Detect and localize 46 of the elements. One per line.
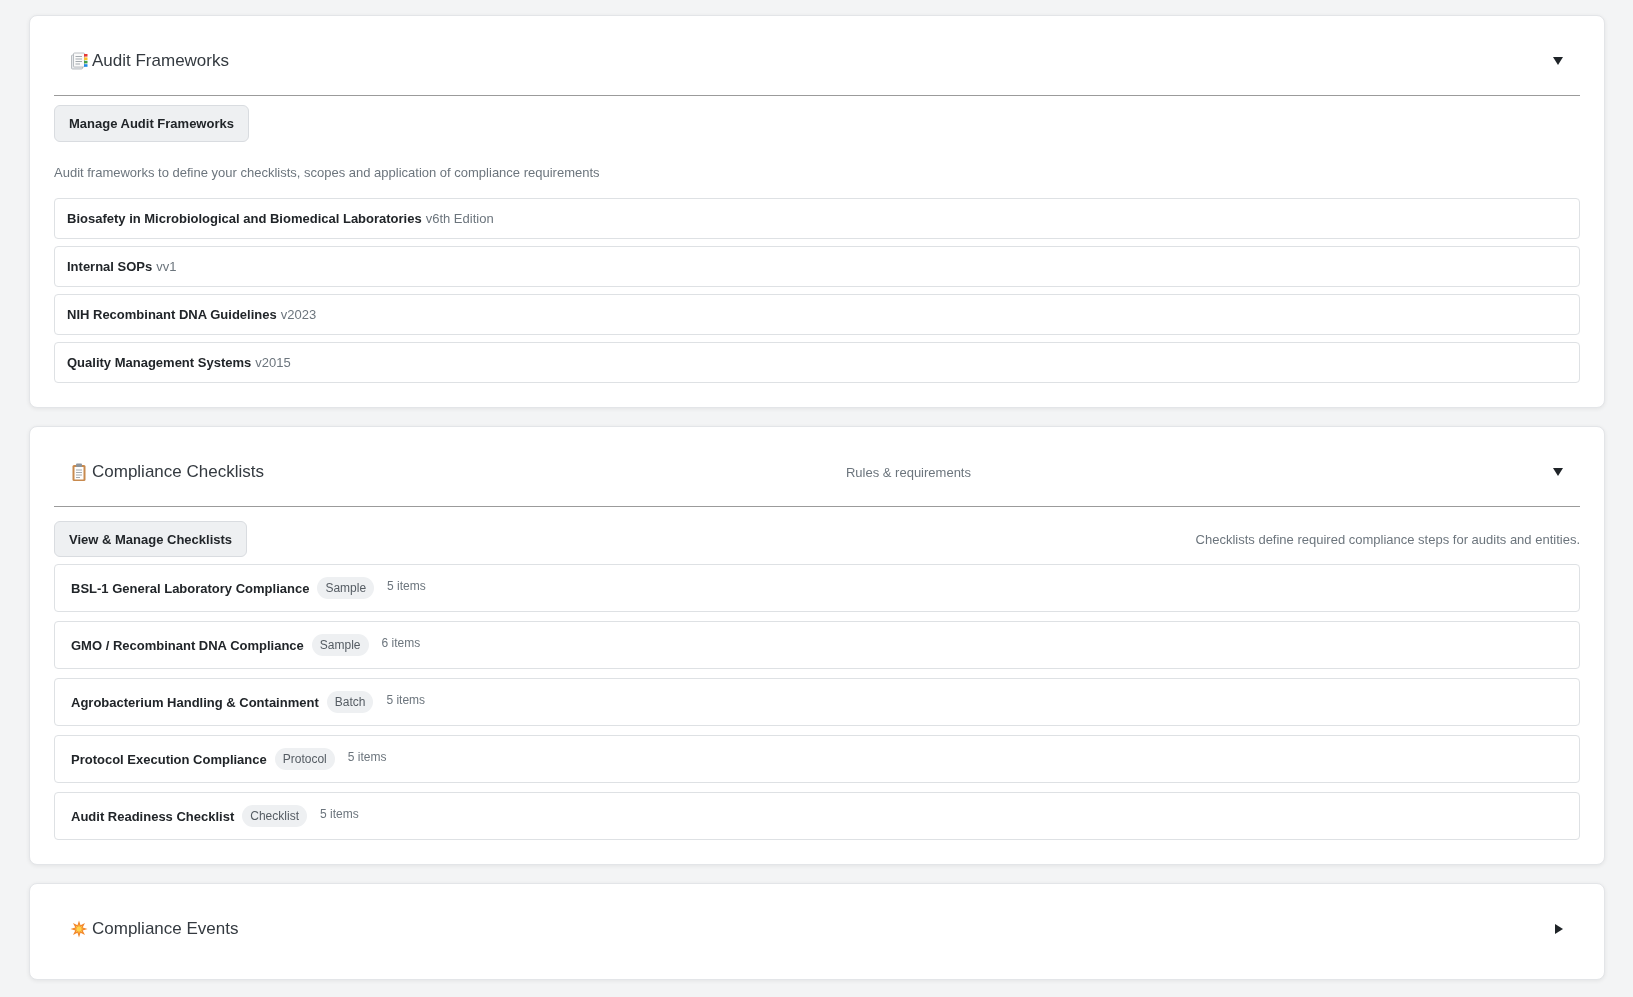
category-tag: Checklist <box>242 805 307 827</box>
section-subtitle: Rules & requirements <box>845 464 971 480</box>
caret-right-icon[interactable] <box>1555 924 1563 934</box>
framework-name: NIH Recombinant DNA Guidelines <box>67 307 277 322</box>
framework-row[interactable]: Biosafety in Microbiological and Biomedical Laboratories v6th Edition <box>54 198 1580 239</box>
checklist-row[interactable]: Agrobacterium Handling & Containment Batch 5 items <box>54 678 1580 726</box>
checklist-name: Protocol Execution Compliance <box>71 751 267 767</box>
checklist-row[interactable]: Protocol Execution Compliance Protocol 5 items <box>54 735 1580 783</box>
framework-version: v2023 <box>280 307 317 322</box>
checklist-row[interactable]: BSL-1 General Laboratory Compliance Sample 5 items <box>54 564 1580 612</box>
category-tag: Protocol <box>274 748 335 770</box>
framework-row[interactable]: Internal SOPs vv1 <box>54 246 1580 287</box>
item-count: 5 items <box>387 579 426 593</box>
framework-name: Biosafety in Microbiological and Biomedical Laboratories <box>67 211 422 226</box>
category-tag: Sample <box>311 634 369 656</box>
checklist-name: Audit Readiness Checklist <box>71 808 235 824</box>
section-description: Checklists define required compliance steps for audits and entities. <box>1195 531 1580 547</box>
manage-checklists-button[interactable]: View & Manage Checklists <box>54 521 248 557</box>
item-count: 5 items <box>319 807 359 821</box>
checklist-name: BSL-1 General Laboratory Compliance <box>71 580 310 596</box>
item-count: 6 items <box>381 636 421 650</box>
framework-version: vv1 <box>156 259 177 274</box>
clipboard-icon <box>70 463 88 481</box>
category-tag: Sample <box>317 577 375 599</box>
item-count: 5 items <box>347 750 387 764</box>
framework-name: Internal SOPs <box>67 259 153 274</box>
framework-row[interactable]: NIH Recombinant DNA Guidelines v2023 <box>54 294 1580 335</box>
checklist-name: GMO / Recombinant DNA Compliance <box>71 637 304 653</box>
caret-down-icon[interactable] <box>1553 468 1563 476</box>
category-tag: Batch <box>326 691 374 713</box>
caret-down-icon[interactable] <box>1553 57 1563 65</box>
framework-name: Quality Management Systems <box>67 355 252 370</box>
section-description: Audit frameworks to define your checklists, scopes and application of compliance requirements <box>54 164 601 182</box>
manage-frameworks-button[interactable]: Manage Audit Frameworks <box>54 105 249 142</box>
tabbed-page-icon <box>70 52 88 70</box>
framework-row[interactable]: Quality Management Systems v2015 <box>54 342 1580 383</box>
framework-version: v6th Edition <box>425 211 494 226</box>
burst-icon <box>70 920 88 938</box>
checklist-row[interactable]: GMO / Recombinant DNA Compliance Sample 6 items <box>54 621 1580 669</box>
section-title: Compliance Events <box>92 918 239 940</box>
section-title: Audit Frameworks <box>92 50 229 72</box>
section-title: Compliance Checklists <box>92 461 264 483</box>
item-count: 5 items <box>386 693 426 707</box>
checklist-row[interactable]: Audit Readiness Checklist Checklist 5 items <box>54 792 1580 840</box>
framework-version: v2015 <box>255 355 291 370</box>
checklist-name: Agrobacterium Handling & Containment <box>71 694 319 710</box>
